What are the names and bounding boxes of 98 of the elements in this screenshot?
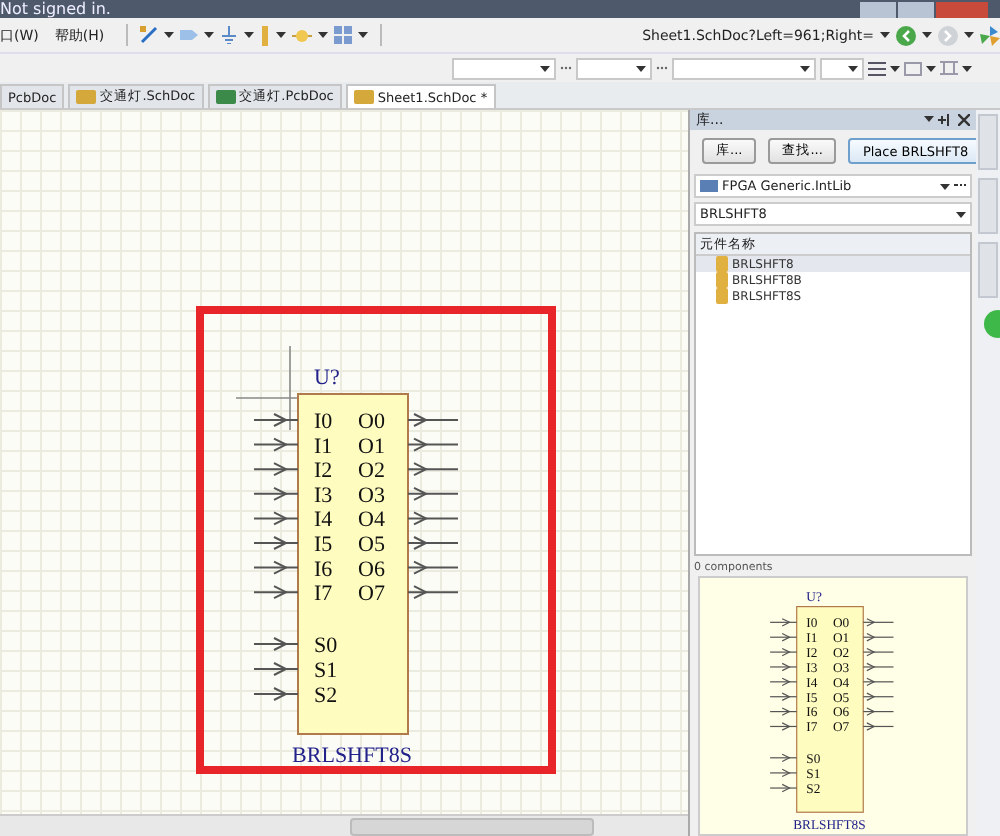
input-pin bbox=[769, 631, 798, 641]
caret-icon[interactable] bbox=[890, 65, 900, 71]
caret-icon[interactable] bbox=[964, 32, 974, 38]
pin-label: O5 bbox=[358, 533, 385, 557]
input-pin bbox=[769, 646, 798, 656]
output-pin bbox=[862, 721, 895, 730]
dropdown-field[interactable] bbox=[452, 57, 556, 79]
pin-label: O1 bbox=[358, 434, 385, 459]
pin-label: I4 bbox=[314, 508, 333, 533]
dropdown-field[interactable] bbox=[672, 57, 816, 79]
pin-label: O3 bbox=[358, 483, 385, 508]
dropdown-field[interactable] bbox=[576, 57, 652, 79]
schematic-canvas[interactable]: U? I0 I1 I2 I3 I4 I5 I6 I7 O0 O1 O2 O3 O4 O5 O6 O7 S0 S1 S2 BRLSHFT8S bbox=[0, 110, 689, 836]
input-pin bbox=[769, 752, 798, 762]
caret-icon[interactable] bbox=[922, 32, 932, 38]
caret-icon[interactable] bbox=[636, 65, 646, 71]
input-pin bbox=[253, 585, 299, 600]
output-pin bbox=[862, 691, 895, 700]
input-pin bbox=[769, 617, 798, 626]
dropdown-field[interactable] bbox=[820, 57, 864, 79]
pin-label: I3 bbox=[314, 483, 333, 508]
input-pin bbox=[769, 661, 798, 671]
document-icon bbox=[215, 90, 236, 104]
pin-label: I2 bbox=[314, 459, 333, 484]
pin-panel-icon[interactable] bbox=[924, 114, 953, 126]
caret-icon[interactable] bbox=[956, 211, 967, 217]
input-pin bbox=[769, 782, 798, 792]
pin-label: I0 bbox=[314, 410, 333, 434]
caret-icon[interactable] bbox=[540, 65, 550, 71]
close-icon[interactable] bbox=[958, 114, 971, 126]
input-pin bbox=[769, 691, 798, 700]
output-pin bbox=[407, 437, 459, 452]
more-icon[interactable] bbox=[954, 183, 967, 189]
pin-label: O7 bbox=[358, 582, 385, 607]
wire-tool-icon[interactable] bbox=[140, 26, 159, 44]
caret-icon[interactable] bbox=[318, 32, 329, 38]
input-pin bbox=[253, 560, 299, 575]
input-pin bbox=[769, 767, 798, 777]
pin-label: I7 bbox=[314, 582, 333, 607]
horizontal-scrollbar[interactable] bbox=[0, 814, 689, 836]
component-designator: U? bbox=[314, 366, 340, 390]
caret-icon[interactable] bbox=[244, 32, 255, 38]
input-pin bbox=[253, 536, 299, 550]
input-pin bbox=[253, 462, 299, 477]
caret-icon[interactable] bbox=[848, 65, 858, 71]
caret-icon[interactable] bbox=[276, 32, 287, 38]
input-pin bbox=[253, 637, 299, 651]
pin-label: I6 bbox=[314, 557, 333, 582]
pin-label: S2 bbox=[314, 684, 338, 708]
input-pin bbox=[253, 511, 299, 526]
output-pin bbox=[407, 536, 459, 550]
pin-label: O2 bbox=[358, 459, 385, 484]
output-pin bbox=[862, 631, 895, 641]
separator-dots-icon bbox=[656, 66, 668, 70]
input-pin bbox=[253, 662, 299, 676]
library-icon bbox=[700, 180, 719, 192]
input-pin bbox=[769, 721, 798, 730]
pin-label: S1 bbox=[314, 659, 338, 683]
output-pin bbox=[407, 585, 459, 600]
output-pin bbox=[862, 706, 895, 715]
scrollbar-thumb[interactable] bbox=[350, 818, 594, 836]
input-pin bbox=[253, 413, 299, 427]
output-pin bbox=[407, 486, 459, 501]
output-pin bbox=[407, 511, 459, 526]
pin-label: I1 bbox=[314, 434, 333, 459]
pin-label: O4 bbox=[358, 508, 385, 533]
output-pin bbox=[862, 617, 895, 626]
input-pin bbox=[769, 676, 798, 686]
output-pin bbox=[862, 676, 895, 686]
input-pin bbox=[253, 437, 299, 452]
output-pin bbox=[862, 646, 895, 656]
input-pin bbox=[253, 486, 299, 501]
caret-icon[interactable] bbox=[164, 32, 175, 38]
caret-icon[interactable] bbox=[926, 65, 936, 71]
maximize-button[interactable] bbox=[898, 1, 934, 17]
pin-label: O6 bbox=[358, 557, 385, 582]
window-title: Not signed in. bbox=[0, 0, 111, 18]
pin-label: O0 bbox=[358, 410, 385, 434]
pin-label: S0 bbox=[314, 634, 338, 658]
caret-icon[interactable] bbox=[358, 32, 369, 38]
output-pin bbox=[407, 462, 459, 477]
caret-icon[interactable] bbox=[962, 65, 972, 71]
caret-icon[interactable] bbox=[880, 32, 890, 38]
document-icon bbox=[353, 90, 374, 104]
input-pin bbox=[769, 706, 798, 715]
document-icon bbox=[76, 90, 97, 104]
output-pin bbox=[862, 661, 895, 671]
caret-icon[interactable] bbox=[800, 65, 810, 71]
pin-label: I5 bbox=[314, 533, 333, 557]
caret-icon[interactable] bbox=[204, 32, 215, 38]
separator-dots-icon bbox=[560, 66, 572, 70]
caret-icon[interactable] bbox=[940, 183, 951, 189]
output-pin bbox=[407, 560, 459, 575]
minimize-button[interactable] bbox=[860, 1, 896, 17]
align-icon[interactable] bbox=[868, 61, 886, 75]
input-pin bbox=[253, 687, 299, 701]
component-name: BRLSHFT8S bbox=[292, 744, 412, 768]
output-pin bbox=[407, 413, 459, 427]
